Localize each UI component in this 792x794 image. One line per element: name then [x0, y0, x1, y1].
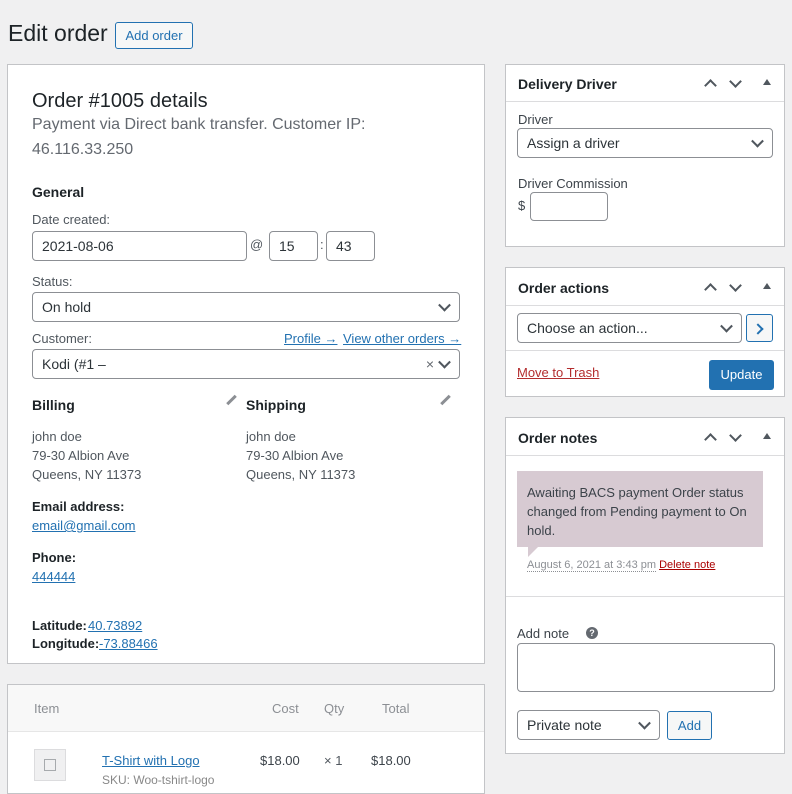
chevron-right-icon: [752, 323, 764, 335]
driver-select[interactable]: Assign a driver: [517, 128, 773, 158]
product-total: $18.00: [371, 753, 411, 768]
edit-billing-pencil-icon[interactable]: [225, 395, 237, 407]
delivery-driver-panel: Delivery Driver Driver Assign a driver D…: [505, 64, 785, 247]
collapse-toggle-icon[interactable]: [760, 280, 774, 294]
status-label: Status:: [32, 274, 73, 289]
driver-commission-input[interactable]: [530, 192, 608, 221]
note-meta: August 6, 2021 at 3:43 pm Delete note: [527, 559, 715, 572]
profile-link[interactable]: Profile →: [284, 331, 337, 346]
table-row: T-Shirt with Logo SKU: Woo-tshirt-logo $…: [8, 732, 484, 793]
move-down-icon[interactable]: [728, 280, 742, 294]
order-notes-panel: Order notes Awaiting BACS payment Order …: [505, 417, 785, 754]
hour-input[interactable]: 15: [269, 231, 318, 261]
shipping-city: Queens, NY 11373: [246, 467, 356, 482]
email-link[interactable]: email@gmail.com: [32, 518, 136, 533]
order-action-select-value: Choose an action...: [527, 320, 648, 336]
items-header-row: [8, 685, 484, 732]
product-name-link[interactable]: T-Shirt with Logo: [102, 753, 200, 768]
add-note-textarea[interactable]: [517, 643, 775, 692]
product-qty: × 1: [324, 753, 343, 768]
product-cost: $18.00: [260, 753, 300, 768]
shipping-title: Shipping: [246, 397, 306, 413]
apply-action-button[interactable]: [746, 314, 773, 342]
order-note-bubble: Awaiting BACS payment Order status chang…: [517, 471, 763, 547]
payment-info-line2: 46.116.33.250: [32, 141, 134, 158]
status-select[interactable]: On hold: [32, 292, 460, 322]
move-down-icon[interactable]: [728, 430, 742, 444]
update-button[interactable]: Update: [709, 360, 774, 390]
product-thumbnail-image-icon: [34, 749, 66, 781]
customer-select-value: Kodi (#1 –: [42, 356, 106, 372]
move-up-icon[interactable]: [703, 280, 717, 294]
driver-label: Driver: [518, 112, 553, 127]
date-created-input[interactable]: 2021-08-06: [32, 231, 247, 261]
order-items-panel: Item Cost Qty Total T-Shirt with Logo SK…: [7, 684, 485, 794]
billing-name: john doe: [32, 429, 82, 444]
delete-note-link[interactable]: Delete note: [659, 559, 715, 571]
customer-label: Customer:: [32, 331, 92, 346]
customer-select[interactable]: Kodi (#1 – ×: [32, 349, 460, 379]
latitude-link[interactable]: 40.73892: [88, 618, 142, 633]
note-type-select[interactable]: Private note: [517, 710, 660, 740]
move-up-icon[interactable]: [703, 76, 717, 90]
date-created-label: Date created:: [32, 212, 111, 227]
move-up-icon[interactable]: [703, 430, 717, 444]
billing-city: Queens, NY 11373: [32, 467, 142, 482]
general-title: General: [32, 184, 85, 200]
collapse-toggle-icon[interactable]: [760, 76, 774, 90]
latitude-label: Latitude:: [32, 618, 87, 633]
driver-commission-label: Driver Commission: [518, 176, 628, 191]
payment-info-line1: Payment via Direct bank transfer. Custom…: [32, 116, 366, 133]
shipping-name: john doe: [246, 429, 296, 444]
order-action-select[interactable]: Choose an action...: [517, 313, 742, 343]
order-actions-panel: Order actions Choose an action... Move t…: [505, 267, 785, 397]
move-down-icon[interactable]: [728, 76, 742, 90]
minute-input[interactable]: 43: [326, 231, 375, 261]
note-date: August 6, 2021 at 3:43 pm: [527, 559, 657, 572]
add-note-button[interactable]: Add: [667, 711, 712, 740]
clear-customer-icon[interactable]: ×: [426, 350, 434, 378]
phone-link[interactable]: 444444: [32, 569, 75, 584]
currency-symbol: $: [518, 198, 526, 213]
driver-select-value: Assign a driver: [527, 135, 620, 151]
note-bubble-tail: [528, 547, 538, 557]
move-to-trash-link[interactable]: Move to Trash: [517, 365, 599, 380]
add-order-button[interactable]: Add order: [115, 22, 193, 49]
at-symbol: @: [250, 237, 264, 252]
page-title: Edit order: [8, 20, 108, 46]
time-separator: :: [320, 237, 324, 252]
items-header-qty: Qty: [324, 701, 345, 716]
order-details-panel: Order #1005 details Payment via Direct b…: [7, 64, 485, 664]
note-type-select-value: Private note: [527, 717, 602, 733]
edit-shipping-pencil-icon[interactable]: [439, 395, 451, 407]
order-heading: Order #1005 details: [32, 90, 208, 112]
billing-title: Billing: [32, 397, 75, 413]
collapse-toggle-icon[interactable]: [760, 430, 774, 444]
billing-street: 79-30 Albion Ave: [32, 448, 130, 463]
longitude-label: Longitude:: [32, 636, 100, 651]
longitude-link[interactable]: -73.88466: [99, 636, 158, 651]
order-notes-title: Order notes: [518, 430, 598, 446]
items-header-item: Item: [34, 701, 60, 716]
product-sku: SKU: Woo-tshirt-logo: [102, 773, 215, 787]
view-other-orders-link[interactable]: View other orders →: [343, 331, 461, 346]
items-header-total: Total: [382, 701, 410, 716]
help-icon[interactable]: ?: [586, 627, 598, 639]
status-select-value: On hold: [42, 299, 92, 315]
order-actions-title: Order actions: [518, 280, 610, 296]
add-note-label: Add note: [517, 626, 570, 641]
shipping-street: 79-30 Albion Ave: [246, 448, 344, 463]
email-label: Email address:: [32, 499, 125, 514]
order-note-text: Awaiting BACS payment Order status chang…: [527, 485, 747, 538]
items-header-cost: Cost: [272, 701, 299, 716]
delivery-driver-title: Delivery Driver: [518, 76, 617, 92]
phone-label: Phone:: [32, 550, 77, 565]
